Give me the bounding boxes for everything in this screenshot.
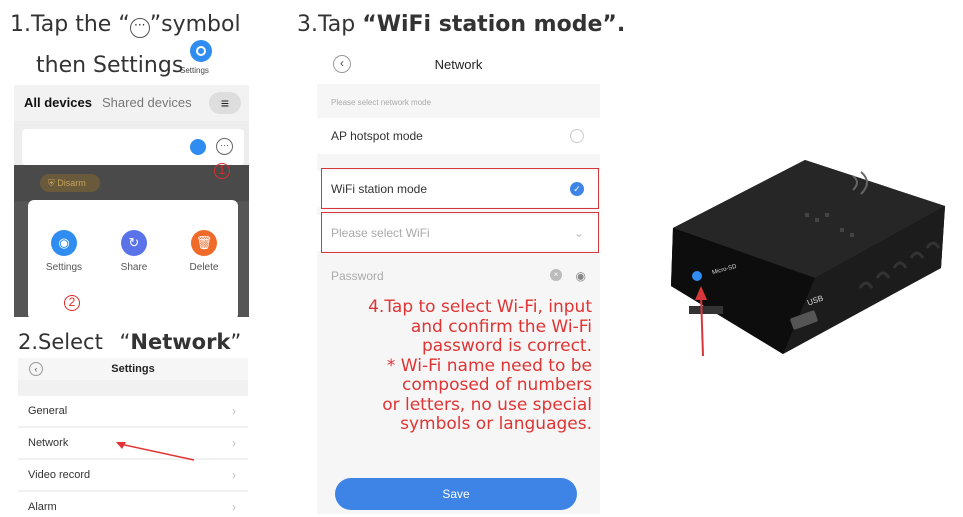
action-sheet: ◉ Settings ↻ Share 🗑 Delete 2: [28, 200, 238, 317]
network-title: Network: [434, 57, 483, 72]
disarm-label: Disarm: [57, 178, 86, 188]
step2-screenshot: ‹ Settings General › Network › Video recor…: [18, 358, 248, 517]
step3-prefix: 3.Tap: [297, 12, 363, 37]
settings-icon: [190, 40, 212, 62]
device-illustration: Micro-SD USB: [655, 118, 955, 368]
step2-quote-open: “: [119, 330, 131, 354]
step3-screenshot: ‹ Network Please select network mode AP …: [317, 44, 600, 514]
settings-row-alarm[interactable]: Alarm ›: [18, 492, 248, 517]
eye-icon[interactable]: ◉: [576, 258, 586, 294]
action-settings-label: Settings: [45, 262, 83, 273]
step2-instruction: 2.Select “Network”: [18, 330, 241, 354]
step1-instruction-line1: 1.Tap the “··· ”symbol: [10, 12, 241, 38]
step1-text-before: 1.Tap the “: [10, 12, 130, 37]
more-options-icon[interactable]: ···: [216, 138, 233, 155]
step2-prefix: 2.Select: [18, 330, 110, 354]
row-label: General: [28, 405, 68, 417]
marker-1: 1: [214, 161, 230, 179]
device-card[interactable]: ···: [22, 129, 244, 165]
tab-all-devices[interactable]: All devices: [24, 95, 92, 110]
marker-2: 2: [64, 293, 80, 311]
action-share-label: Share: [120, 262, 148, 273]
trash-icon: 🗑: [191, 230, 217, 256]
row-label: Network: [28, 437, 69, 449]
settings-icon-label: Settings: [180, 66, 209, 75]
mini-camera-device: [671, 160, 945, 357]
step1-text-after: ”symbol: [149, 12, 241, 37]
highlight-select-wifi: [321, 212, 599, 253]
step3-bold: “WiFi station mode”.: [362, 12, 626, 37]
step1-screenshot: All devices Shared devices ≡ ··· ⛨ Disar…: [14, 85, 249, 317]
password-placeholder: Password: [331, 269, 384, 283]
settings-header: ‹ Settings: [18, 358, 248, 380]
disarm-badge[interactable]: ⛨ Disarm: [40, 174, 100, 192]
ap-hotspot-option[interactable]: AP hotspot mode: [317, 118, 600, 154]
save-button[interactable]: Save: [335, 478, 577, 510]
cloud-icon: [190, 139, 206, 155]
action-share[interactable]: ↻ Share: [104, 230, 164, 273]
row-label: Video record: [28, 469, 91, 481]
section-label: Please select network mode: [331, 98, 432, 107]
chevron-right-icon: ›: [232, 468, 236, 482]
tab-shared-devices[interactable]: Shared devices: [102, 95, 192, 110]
device-tabs: All devices Shared devices ≡: [14, 85, 249, 121]
step1-instruction-line2: then Settings: [36, 53, 184, 78]
chevron-right-icon: ›: [232, 500, 236, 514]
step4-note: 4.Tap to select Wi-Fi, input and confirm…: [368, 297, 592, 434]
network-header: ‹ Network: [317, 44, 600, 84]
row-label: Alarm: [28, 501, 57, 513]
menu-icon[interactable]: ≡: [209, 92, 241, 114]
settings-icon: ◉: [51, 230, 77, 256]
action-settings[interactable]: ◉ Settings: [34, 230, 94, 273]
settings-row-general[interactable]: General ›: [18, 396, 248, 426]
step2-quote-close: ”: [230, 330, 242, 354]
settings-row-video-record[interactable]: Video record ›: [18, 460, 248, 490]
radio-unchecked-icon: [570, 129, 584, 143]
pointer-arrow: [116, 442, 195, 461]
share-icon: ↻: [121, 230, 147, 256]
chevron-right-icon: ›: [232, 436, 236, 450]
action-delete[interactable]: 🗑 Delete: [174, 230, 234, 273]
action-delete-label: Delete: [189, 262, 219, 273]
highlight-wifi-station: [321, 168, 599, 209]
settings-title: Settings: [111, 363, 155, 375]
step3-instruction: 3.Tap “WiFi station mode”.: [297, 12, 625, 37]
password-field[interactable]: Password × ◉: [317, 258, 600, 294]
step2-bold: Network: [130, 330, 231, 354]
more-icon: ···: [129, 18, 150, 38]
ap-mode-label: AP hotspot mode: [331, 129, 423, 143]
chevron-right-icon: ›: [232, 404, 236, 418]
clear-icon[interactable]: ×: [550, 269, 562, 281]
